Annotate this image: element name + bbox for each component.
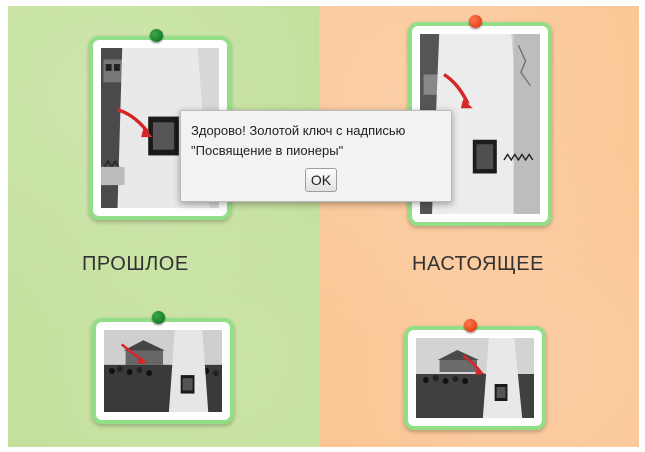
alert-dialog: Здорово! Золотой ключ с надписью "Посвящ…	[180, 110, 452, 202]
pin-red-icon	[469, 15, 482, 28]
pin-green-icon	[152, 311, 165, 324]
ceremony-photo	[104, 330, 222, 412]
pin-green-icon	[150, 29, 163, 42]
past-label: ПРОШЛОЕ	[82, 253, 189, 275]
ok-button[interactable]: OK	[305, 168, 337, 192]
alert-message-line-2: "Посвящение в пионеры"	[191, 143, 344, 158]
photo-card-present-2[interactable]	[404, 326, 546, 430]
photo-card-past-2[interactable]	[92, 318, 234, 424]
alert-message: Здорово! Золотой ключ с надписью "Посвящ…	[191, 121, 441, 161]
ceremony-photo	[416, 338, 534, 418]
present-label: НАСТОЯЩЕЕ	[412, 253, 544, 275]
pin-red-icon	[464, 319, 477, 332]
alert-message-line-1: Здорово! Золотой ключ с надписью	[191, 123, 406, 138]
